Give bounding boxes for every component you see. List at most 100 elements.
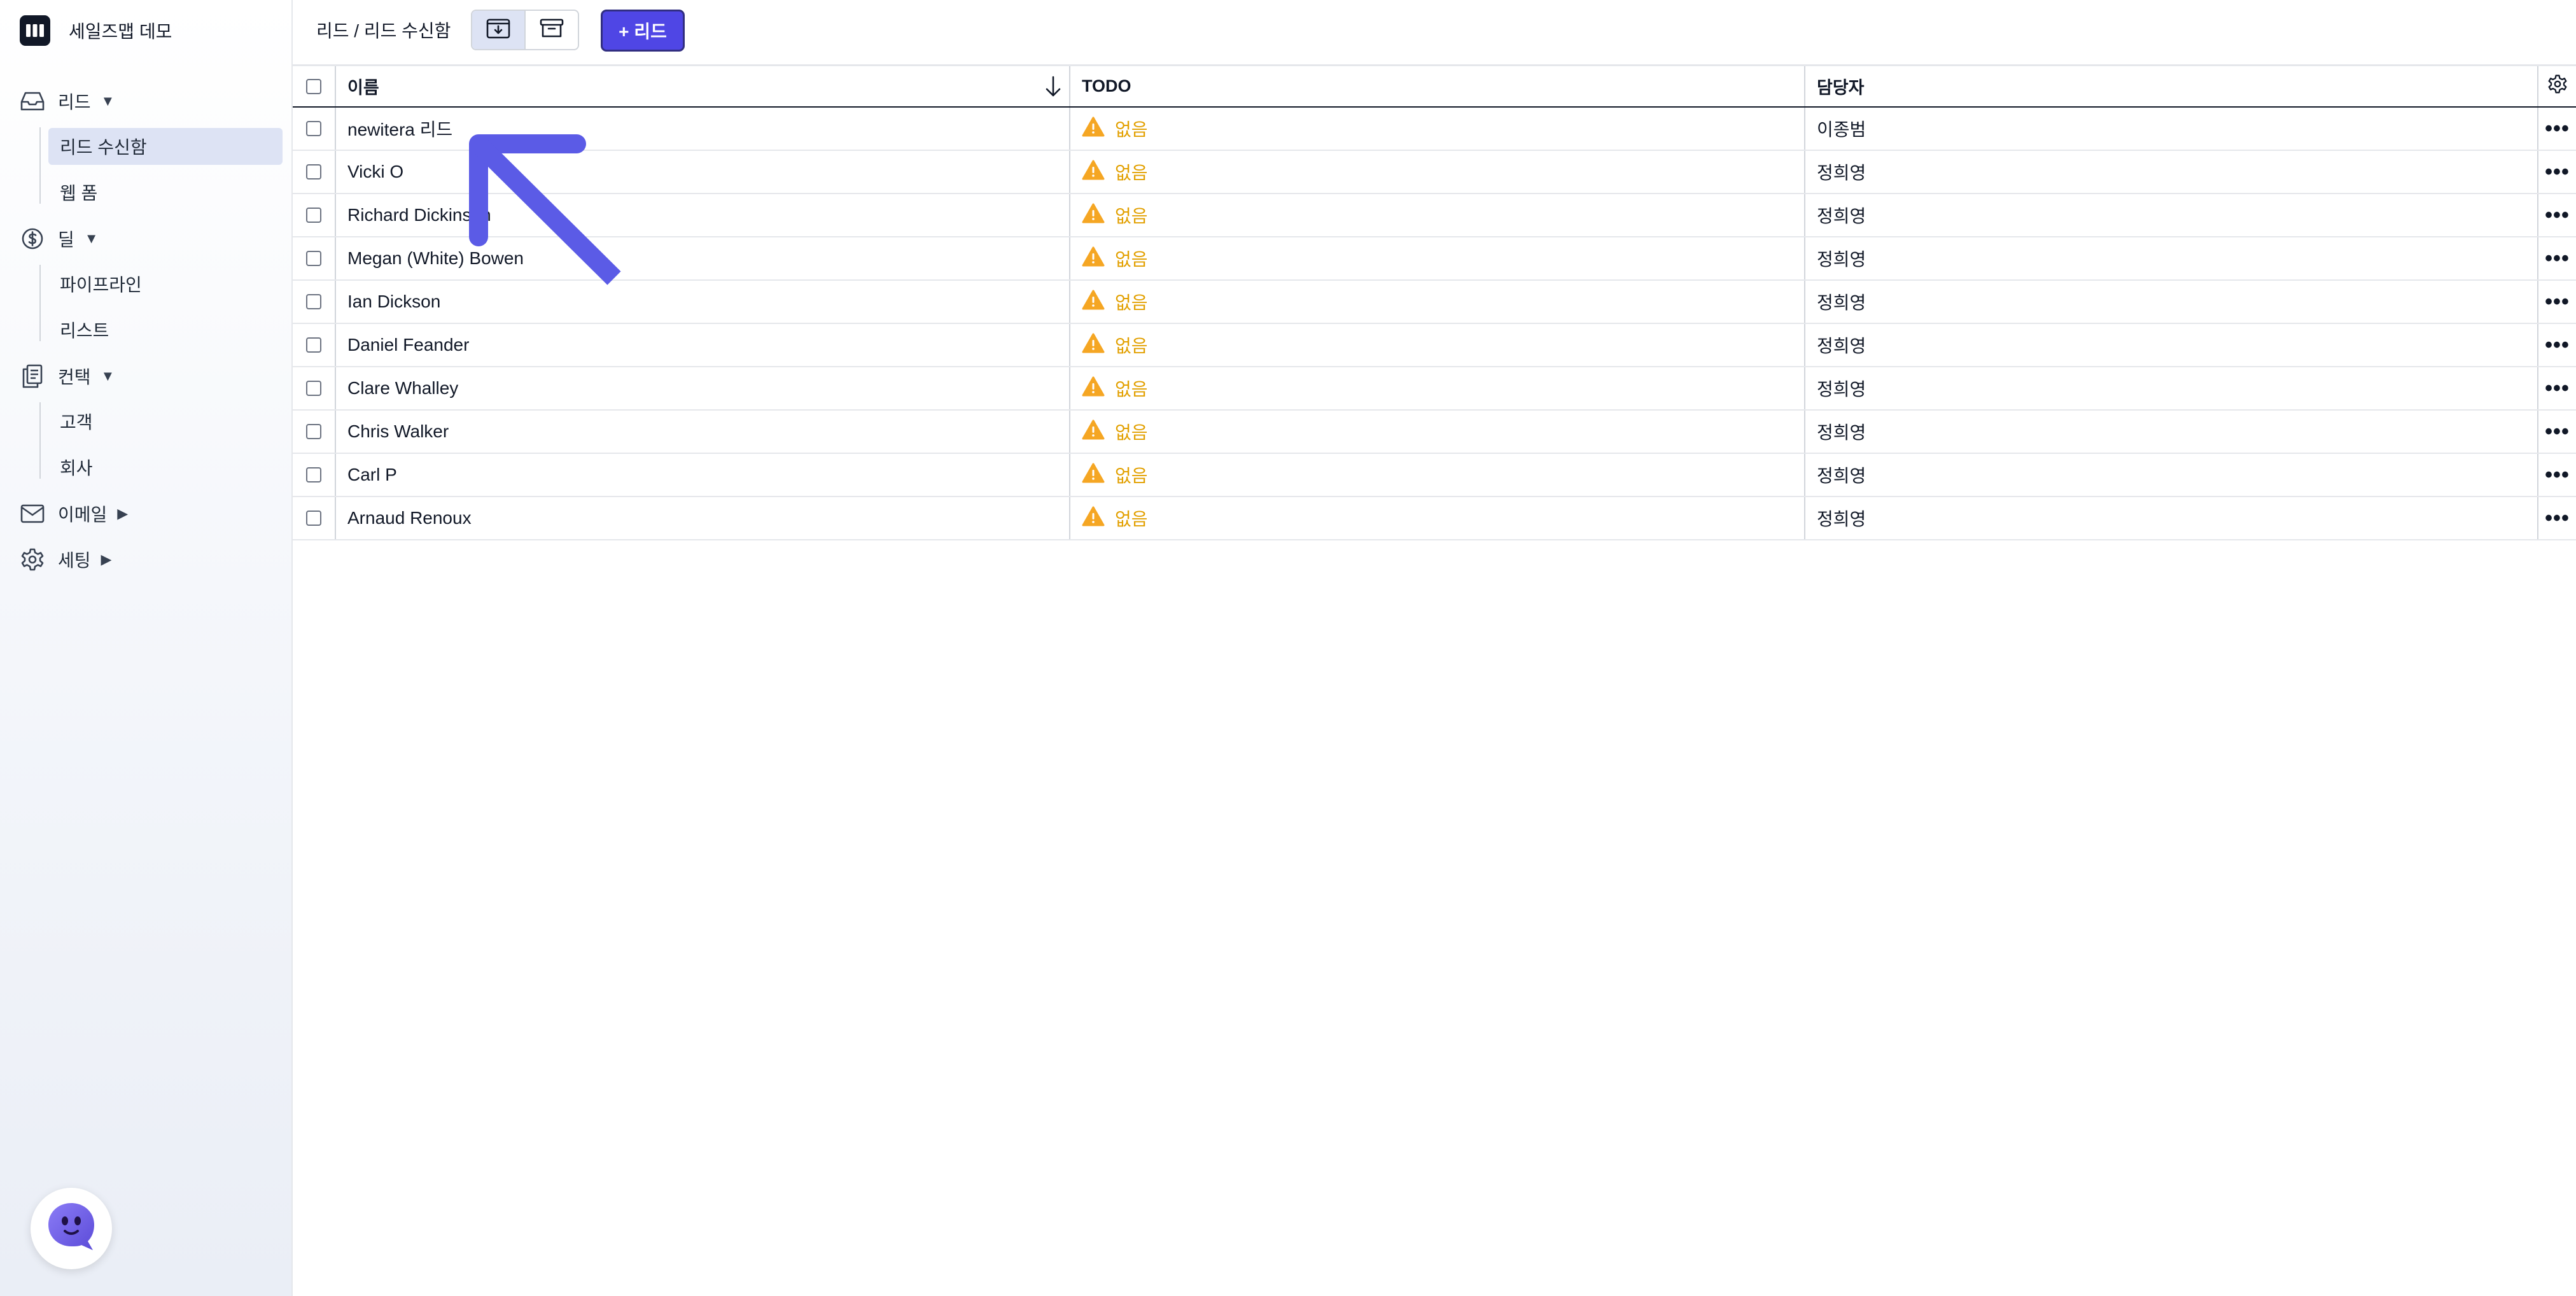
row-checkbox[interactable] xyxy=(306,424,321,439)
row-more-button[interactable]: ••• xyxy=(2538,194,2576,236)
nav-group-settings[interactable]: 세팅 ▶ xyxy=(20,544,111,575)
row-checkbox[interactable] xyxy=(306,467,321,482)
owner-cell[interactable]: 정희영 xyxy=(1805,324,2538,366)
inbox-view-button[interactable] xyxy=(472,11,526,49)
nav-tree-line xyxy=(39,402,41,479)
todo-cell[interactable]: 없음 xyxy=(1070,367,1805,409)
row-checkbox-cell xyxy=(293,237,336,279)
column-header-name[interactable]: 이름 xyxy=(336,66,1070,106)
table-row[interactable]: Carl P 없음 정희영 ••• xyxy=(293,454,2576,497)
lead-name-cell[interactable]: Megan (White) Bowen xyxy=(336,237,1070,279)
table-row[interactable]: Clare Whalley 없음 정희영 ••• xyxy=(293,367,2576,411)
lead-name-cell[interactable]: Daniel Feander xyxy=(336,324,1070,366)
lead-name[interactable]: Clare Whalley xyxy=(347,378,458,398)
table-row[interactable]: newitera 리드 없음 이종범 ••• xyxy=(293,108,2576,151)
lead-name[interactable]: Megan (White) Bowen xyxy=(347,248,524,269)
lead-name[interactable]: Arnaud Renoux xyxy=(347,508,472,528)
row-more-button[interactable]: ••• xyxy=(2538,108,2576,150)
row-checkbox[interactable] xyxy=(306,511,321,526)
sidebar-item-lead-inbox[interactable]: 리드 수신함 xyxy=(48,128,283,165)
owner-cell[interactable]: 정희영 xyxy=(1805,411,2538,453)
owner-cell[interactable]: 정희영 xyxy=(1805,151,2538,193)
nav-group-deals[interactable]: 딜 ▼ xyxy=(20,223,99,255)
row-more-button[interactable]: ••• xyxy=(2538,367,2576,409)
lead-name-cell[interactable]: Carl P xyxy=(336,454,1070,496)
column-header-todo[interactable]: TODO xyxy=(1070,66,1805,106)
todo-cell[interactable]: 없음 xyxy=(1070,108,1805,150)
todo-cell[interactable]: 없음 xyxy=(1070,324,1805,366)
table-row[interactable]: Richard Dickinson 없음 정희영 ••• xyxy=(293,194,2576,237)
column-settings-button[interactable] xyxy=(2538,66,2576,106)
lead-name-cell[interactable]: Clare Whalley xyxy=(336,367,1070,409)
row-more-button[interactable]: ••• xyxy=(2538,497,2576,539)
row-checkbox[interactable] xyxy=(306,337,321,353)
add-lead-button[interactable]: + 리드 xyxy=(601,10,685,52)
todo-cell[interactable]: 없음 xyxy=(1070,454,1805,496)
lead-name[interactable]: Daniel Feander xyxy=(347,335,469,355)
lead-name-cell[interactable]: Arnaud Renoux xyxy=(336,497,1070,539)
row-checkbox[interactable] xyxy=(306,381,321,396)
table-body: newitera 리드 없음 이종범 ••• Vicki O 없음 정희영 ••… xyxy=(293,108,2576,540)
sidebar-item-list[interactable]: 리스트 xyxy=(48,311,283,348)
lead-name[interactable]: newitera 리드 xyxy=(347,116,452,141)
todo-cell[interactable]: 없음 xyxy=(1070,411,1805,453)
lead-name[interactable]: Vicki O xyxy=(347,162,403,182)
lead-name-cell[interactable]: Richard Dickinson xyxy=(336,194,1070,236)
nav-group-contacts[interactable]: 컨택 ▼ xyxy=(20,360,115,392)
archive-view-button[interactable] xyxy=(526,11,578,49)
lead-name[interactable]: Chris Walker xyxy=(347,421,449,442)
sort-descending-icon[interactable] xyxy=(1044,75,1063,102)
lead-name-cell[interactable]: newitera 리드 xyxy=(336,108,1070,150)
owner-cell[interactable]: 정희영 xyxy=(1805,194,2538,236)
table-row[interactable]: Arnaud Renoux 없음 정희영 ••• xyxy=(293,497,2576,540)
row-more-button[interactable]: ••• xyxy=(2538,324,2576,366)
brand[interactable]: 세일즈맵 데모 xyxy=(20,15,172,46)
row-more-button[interactable]: ••• xyxy=(2538,237,2576,279)
row-checkbox[interactable] xyxy=(306,251,321,266)
table-row[interactable]: Daniel Feander 없음 정희영 ••• xyxy=(293,324,2576,367)
owner-cell[interactable]: 정희영 xyxy=(1805,237,2538,279)
nav-group-leads[interactable]: 리드 ▼ xyxy=(20,85,115,117)
owner-cell[interactable]: 정희영 xyxy=(1805,497,2538,539)
row-checkbox[interactable] xyxy=(306,294,321,309)
row-more-button[interactable]: ••• xyxy=(2538,411,2576,453)
sidebar-item-pipeline[interactable]: 파이프라인 xyxy=(48,265,283,302)
sidebar-item-customers[interactable]: 고객 xyxy=(48,403,283,440)
row-checkbox[interactable] xyxy=(306,208,321,223)
sidebar-item-companies[interactable]: 회사 xyxy=(48,449,283,486)
sidebar-item-web-form[interactable]: 웹 폼 xyxy=(48,174,283,211)
owner-cell[interactable]: 정희영 xyxy=(1805,454,2538,496)
nav-group-email[interactable]: 이메일 ▶ xyxy=(20,498,128,530)
lead-name-cell[interactable]: Vicki O xyxy=(336,151,1070,193)
row-checkbox-cell xyxy=(293,497,336,539)
row-more-button[interactable]: ••• xyxy=(2538,281,2576,323)
todo-cell[interactable]: 없음 xyxy=(1070,151,1805,193)
table-row[interactable]: Megan (White) Bowen 없음 정희영 ••• xyxy=(293,237,2576,281)
column-header-label: TODO xyxy=(1082,76,1131,95)
owner-cell[interactable]: 정희영 xyxy=(1805,281,2538,323)
table-row[interactable]: Vicki O 없음 정희영 ••• xyxy=(293,151,2576,194)
lead-name[interactable]: Ian Dickson xyxy=(347,292,440,312)
todo-cell[interactable]: 없음 xyxy=(1070,497,1805,539)
chatbot-button[interactable] xyxy=(31,1188,112,1269)
more-horizontal-icon: ••• xyxy=(2545,116,2570,141)
todo-cell[interactable]: 없음 xyxy=(1070,194,1805,236)
lead-name[interactable]: Richard Dickinson xyxy=(347,205,491,225)
row-checkbox[interactable] xyxy=(306,121,321,136)
nav-group-label: 이메일 xyxy=(58,505,108,525)
owner-cell[interactable]: 이종범 xyxy=(1805,108,2538,150)
lead-name-cell[interactable]: Ian Dickson xyxy=(336,281,1070,323)
todo-cell[interactable]: 없음 xyxy=(1070,237,1805,279)
row-more-button[interactable]: ••• xyxy=(2538,151,2576,193)
row-more-button[interactable]: ••• xyxy=(2538,454,2576,496)
warning-icon xyxy=(1082,376,1105,401)
row-checkbox[interactable] xyxy=(306,164,321,180)
todo-cell[interactable]: 없음 xyxy=(1070,281,1805,323)
lead-name[interactable]: Carl P xyxy=(347,465,397,485)
owner-cell[interactable]: 정희영 xyxy=(1805,367,2538,409)
table-row[interactable]: Ian Dickson 없음 정희영 ••• xyxy=(293,281,2576,324)
column-header-owner[interactable]: 담당자 xyxy=(1805,66,2538,106)
table-row[interactable]: Chris Walker 없음 정희영 ••• xyxy=(293,411,2576,454)
lead-name-cell[interactable]: Chris Walker xyxy=(336,411,1070,453)
select-all-checkbox[interactable] xyxy=(306,78,321,94)
